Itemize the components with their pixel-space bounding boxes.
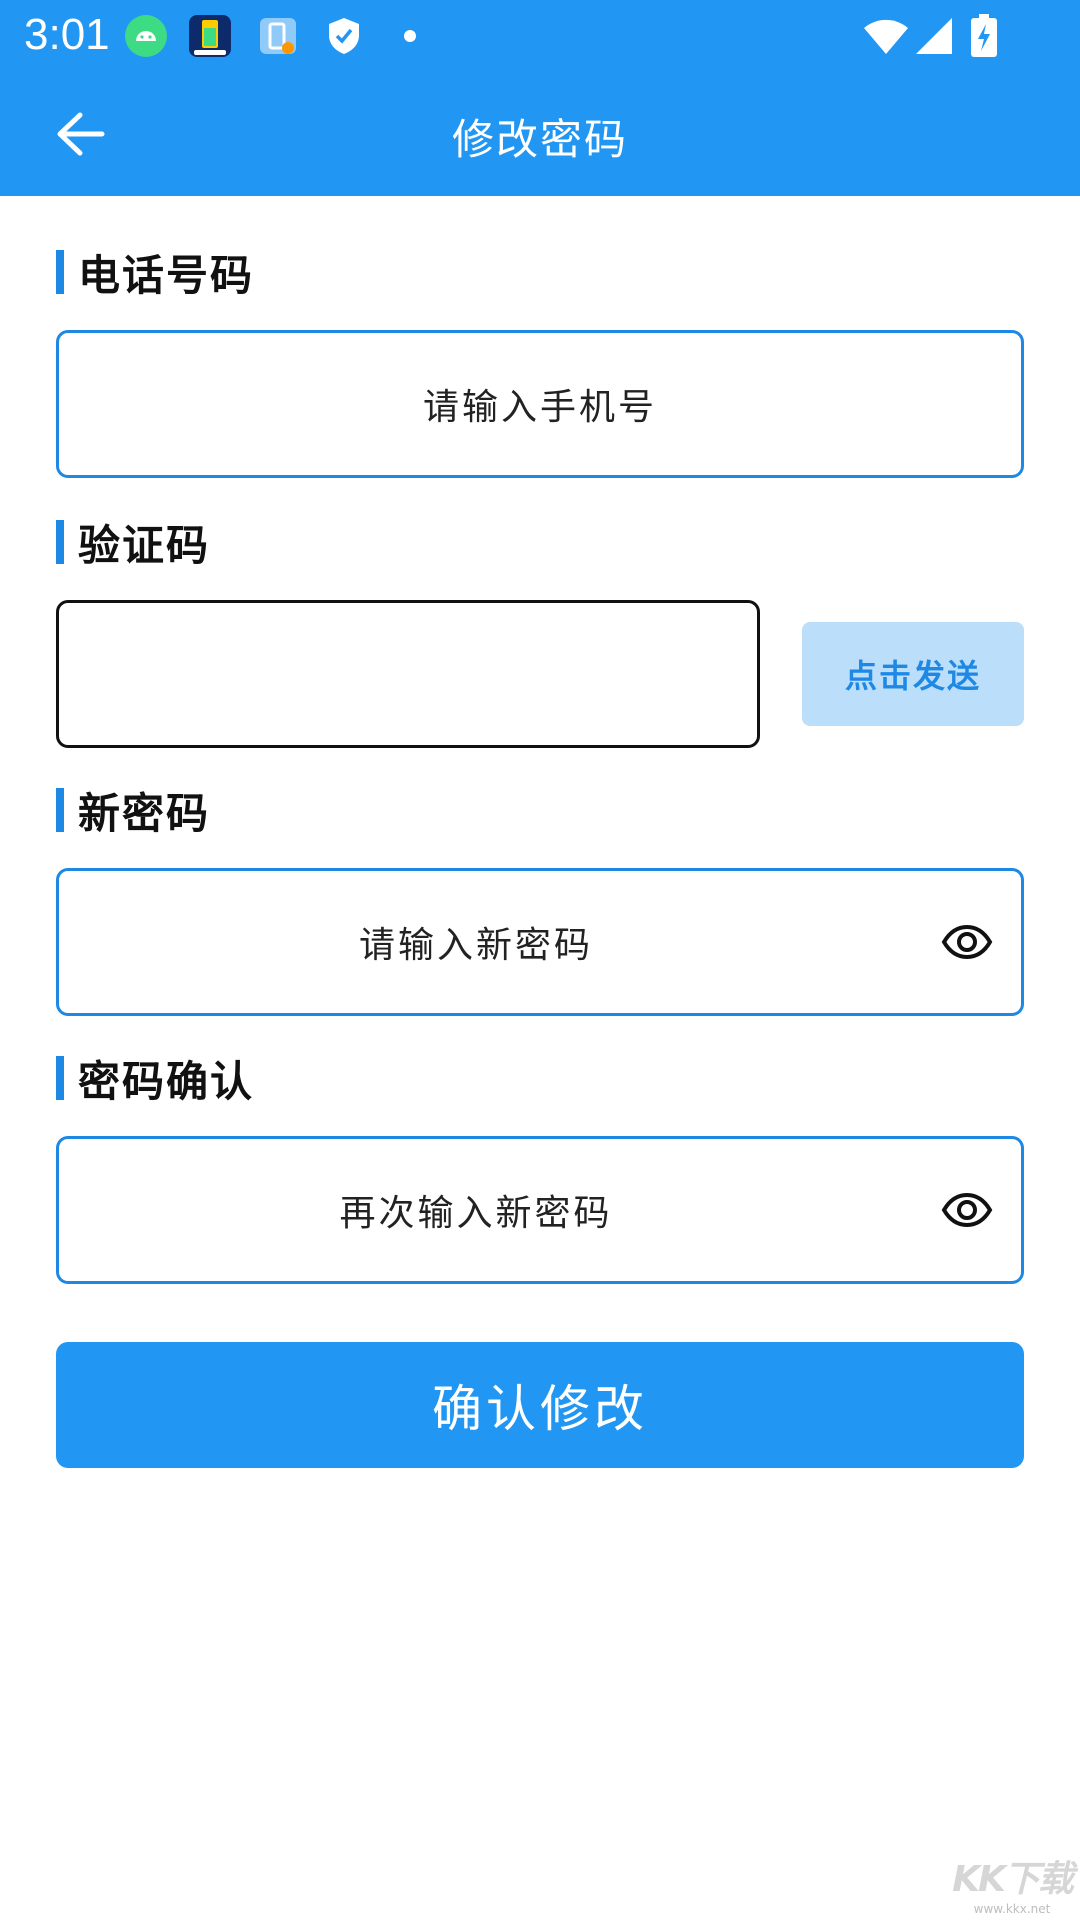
page-title: 修改密码: [451, 115, 628, 164]
eye-icon: [941, 1193, 993, 1227]
label-accent-bar: [56, 1056, 64, 1100]
battery-alert-icon: [256, 14, 300, 58]
new-password-section-label: 新密码: [56, 786, 210, 838]
new-password-input[interactable]: 请输入新密码: [56, 868, 1024, 1016]
dot-icon: [388, 14, 432, 58]
eye-icon: [941, 925, 993, 959]
new-password-visibility-toggle[interactable]: [939, 914, 995, 970]
battery-app-icon: [188, 14, 232, 58]
watermark-url: www.kkx.net: [973, 1902, 1051, 1916]
signal-icon: [912, 14, 956, 58]
phone-input[interactable]: 请输入手机号: [56, 330, 1024, 478]
label-accent-bar: [56, 250, 64, 294]
phone-placeholder: 请输入手机号: [422, 387, 657, 428]
new-password-label: 新密码: [78, 788, 211, 838]
status-bar: 3:01: [0, 0, 1080, 72]
new-password-placeholder: 请输入新密码: [358, 925, 593, 966]
code-input[interactable]: [56, 600, 760, 748]
confirm-password-label: 密码确认: [78, 1056, 255, 1106]
confirm-password-input[interactable]: 再次输入新密码: [56, 1136, 1024, 1284]
watermark-brand: KK下载: [952, 1859, 1074, 1900]
confirm-password-visibility-toggle[interactable]: [939, 1182, 995, 1238]
code-section-label: 验证码: [56, 518, 210, 570]
watermark-logo: KK下载 www.kkx.net: [952, 1850, 1074, 1916]
android-icon: [124, 14, 168, 58]
send-code-button[interactable]: 点击发送: [802, 622, 1024, 726]
shield-icon: [322, 14, 366, 58]
phone-section-label: 电话号码: [56, 248, 254, 300]
confirm-password-section-label: 密码确认: [56, 1054, 254, 1106]
label-accent-bar: [56, 520, 64, 564]
status-time: 3:01: [24, 10, 110, 59]
confirm-password-placeholder: 再次输入新密码: [339, 1193, 613, 1234]
wifi-icon: [862, 14, 910, 58]
confirm-change-button[interactable]: 确认修改: [56, 1342, 1024, 1468]
battery-charging-icon: [966, 14, 1002, 58]
code-label: 验证码: [78, 520, 211, 570]
label-accent-bar: [56, 788, 64, 832]
phone-label: 电话号码: [78, 250, 255, 300]
top-bar: 3:01 修改密码: [0, 0, 1080, 196]
app-bar: 修改密码: [0, 72, 1080, 196]
